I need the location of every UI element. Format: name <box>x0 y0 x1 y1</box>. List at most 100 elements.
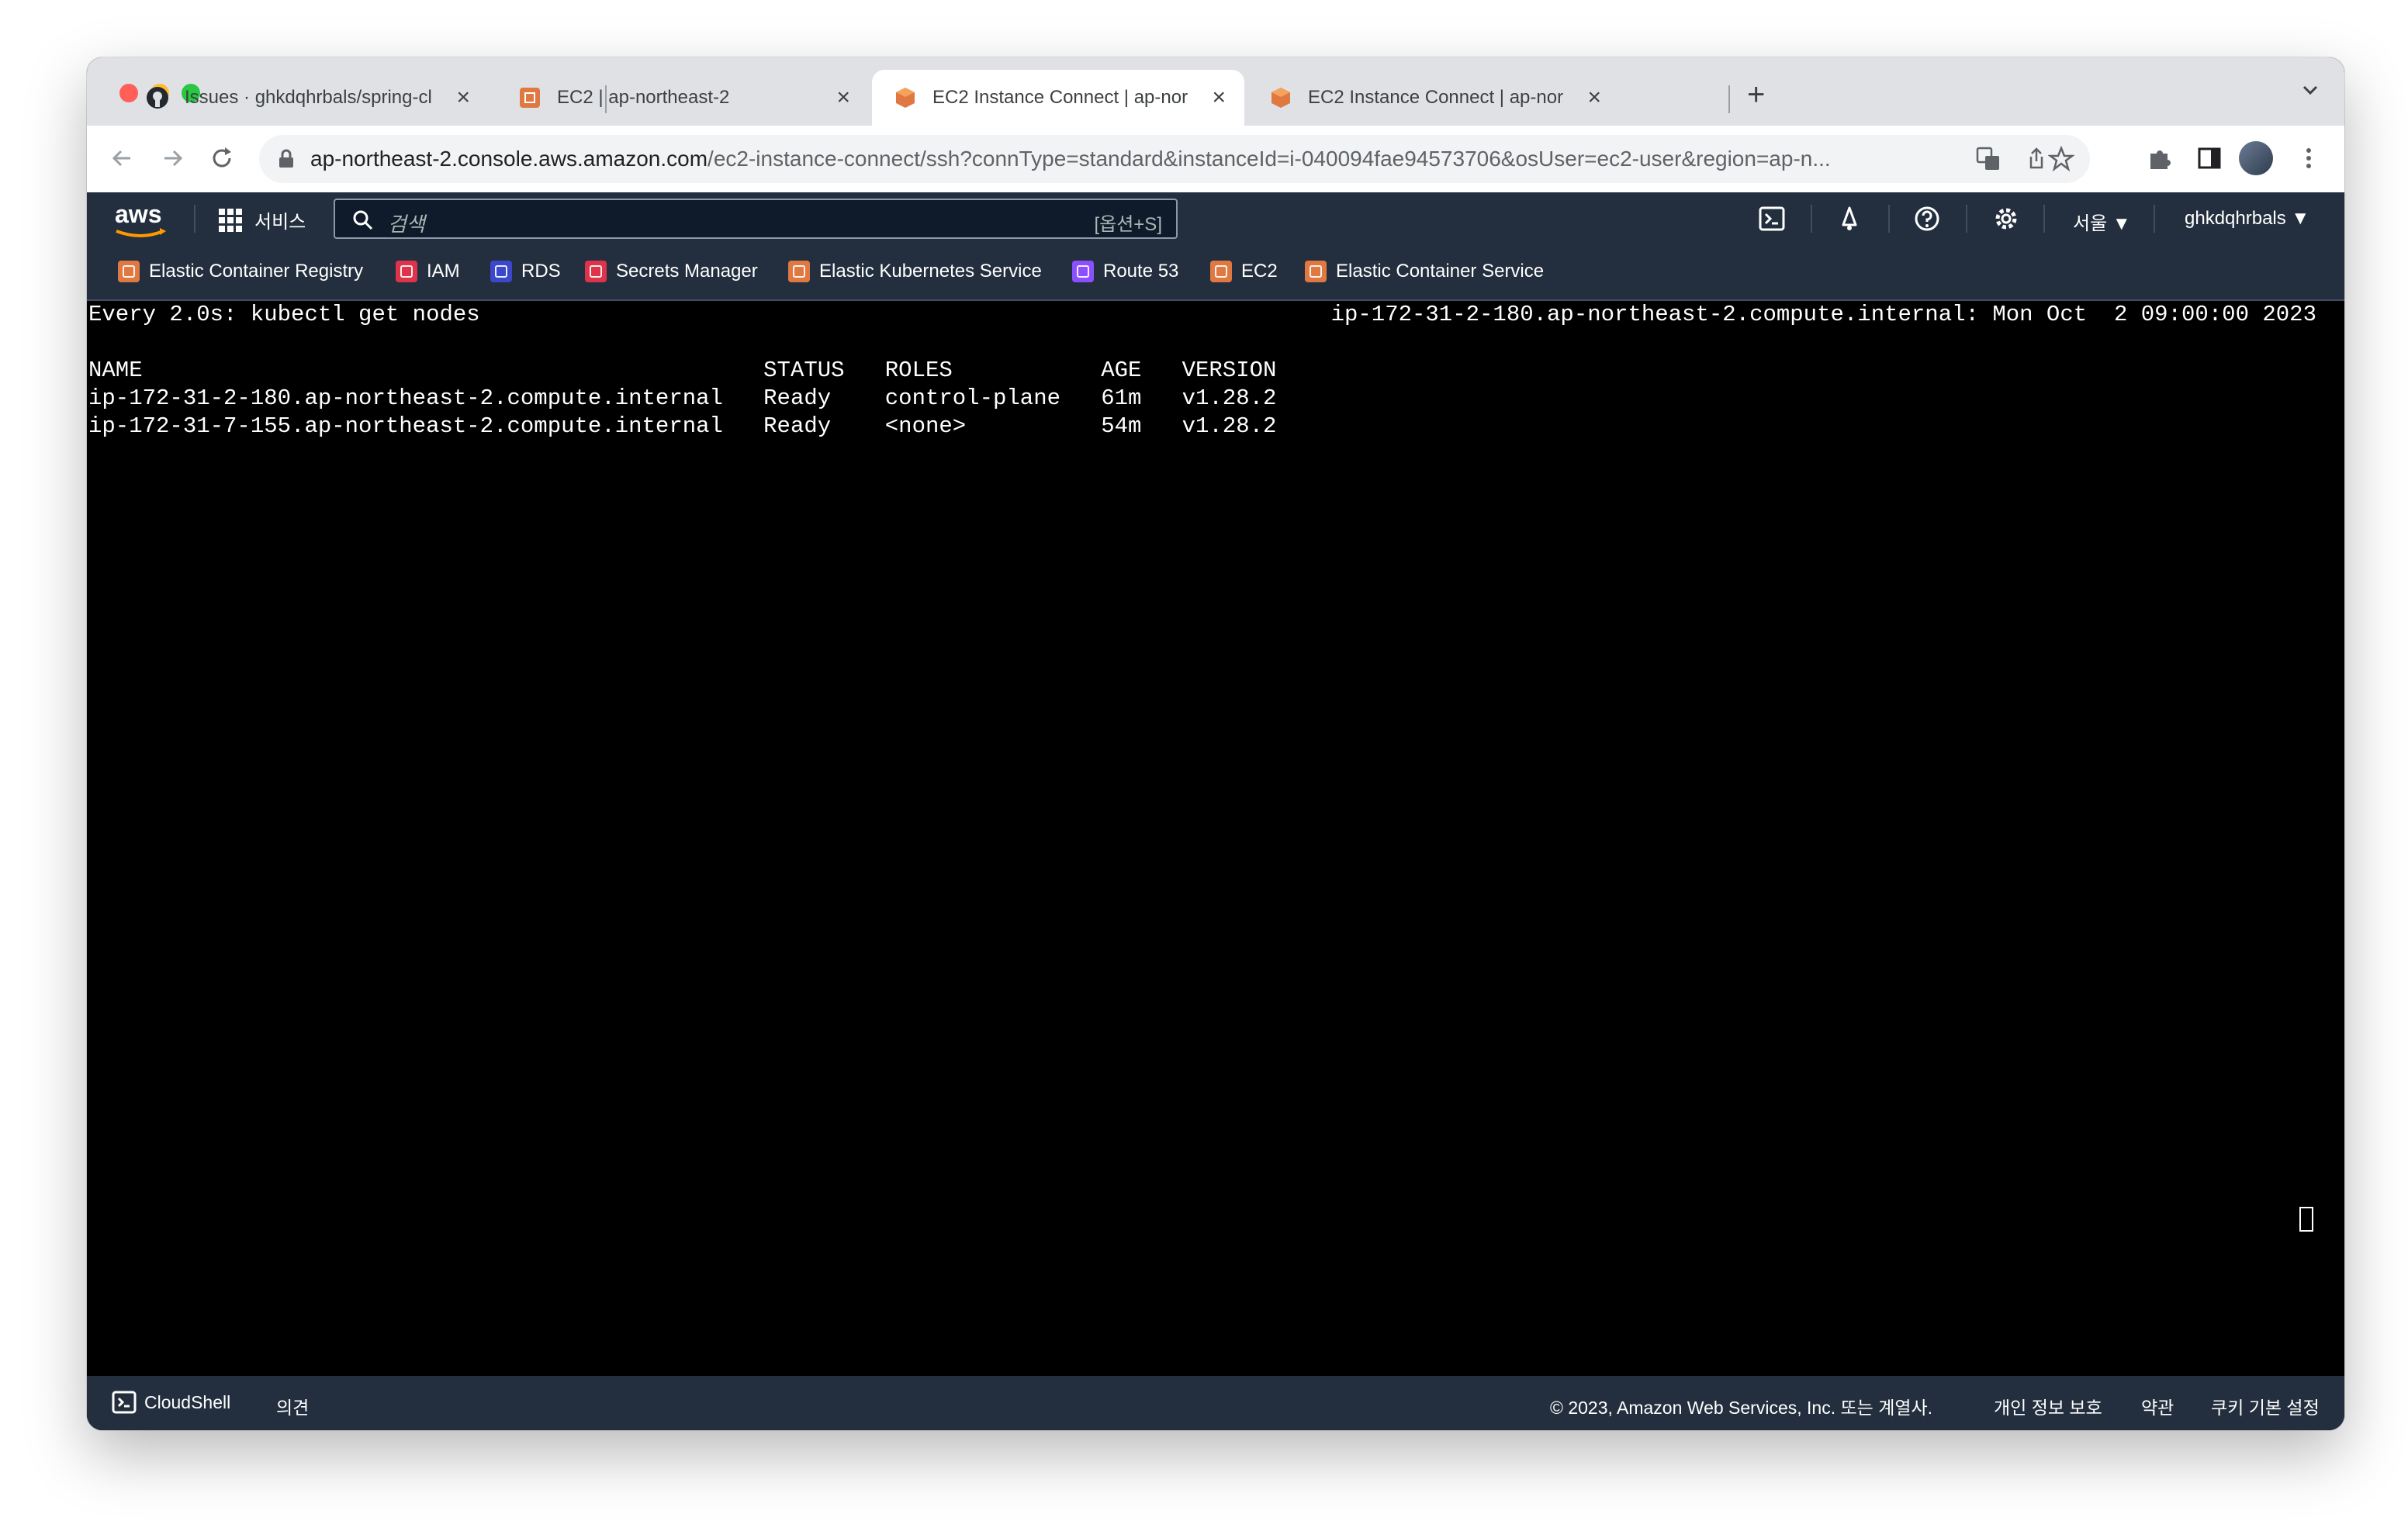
aws-smile-icon <box>116 228 166 237</box>
route53-service-icon <box>1072 261 1094 282</box>
close-icon[interactable]: × <box>1587 85 1601 111</box>
cloudshell-button[interactable]: CloudShell <box>112 1390 230 1415</box>
url-host: ap-northeast-2.console.aws.amazon.com <box>310 147 708 171</box>
watch-command-line: Every 2.0s: kubectl get nodes <box>88 302 480 327</box>
cloudshell-icon <box>112 1391 137 1414</box>
favorite-label: IAM <box>427 261 460 282</box>
rds-service-icon <box>490 261 512 282</box>
browser-window: Issues · ghkdqhrbals/spring-cl × EC2 | a… <box>87 57 2344 1430</box>
region-selector[interactable]: 서울 ▼ <box>2073 208 2131 235</box>
favorite-label: EC2 <box>1241 261 1278 282</box>
services-menu-button[interactable]: 서비스 <box>217 206 306 233</box>
close-icon[interactable]: × <box>1212 85 1226 111</box>
table-row: ip-172-31-7-155.ap-northeast-2.compute.i… <box>88 413 1277 439</box>
ecs-service-icon <box>1305 261 1327 282</box>
favorite-route-53[interactable]: Route 53 <box>1072 261 1178 282</box>
cloudshell-icon[interactable] <box>1758 205 1786 233</box>
forward-arrow-icon[interactable] <box>157 143 188 174</box>
bell-icon[interactable] <box>1835 205 1863 233</box>
aws-cube-icon <box>896 88 915 108</box>
aws-cube-icon <box>1271 88 1290 108</box>
tab-ec2[interactable]: EC2 | ap-northeast-2 × <box>496 70 869 126</box>
tab-strip: Issues · ghkdqhrbals/spring-cl × EC2 | a… <box>87 57 2344 126</box>
aws-ec2-icon <box>520 88 540 108</box>
header-divider <box>194 205 195 233</box>
console-footer: CloudShell 의견 © 2023, Amazon Web Service… <box>87 1376 2344 1430</box>
terminal-cursor <box>2299 1207 2313 1232</box>
search-icon <box>353 210 373 230</box>
header-divider <box>1888 205 1890 233</box>
table-row: ip-172-31-2-180.ap-northeast-2.compute.i… <box>88 385 1277 411</box>
side-panel-icon[interactable] <box>2194 143 2225 174</box>
ec2-service-icon <box>1210 261 1232 282</box>
terms-link[interactable]: 약관 <box>2141 1393 2174 1419</box>
copyright-text: © 2023, Amazon Web Services, Inc. 또는 계열사… <box>1550 1398 1933 1418</box>
translate-icon[interactable] <box>1975 146 2001 172</box>
github-icon <box>147 87 168 109</box>
bookmark-star-icon[interactable] <box>2048 146 2074 172</box>
favorite-elastic-kubernetes-service[interactable]: Elastic Kubernetes Service <box>788 261 1042 282</box>
header-divider <box>2043 205 2045 233</box>
feedback-link[interactable]: 의견 <box>276 1393 309 1419</box>
close-icon[interactable]: × <box>456 85 470 111</box>
help-icon[interactable] <box>1913 205 1941 233</box>
favorite-elastic-container-service[interactable]: Elastic Container Service <box>1305 261 1544 282</box>
close-icon[interactable]: × <box>836 85 850 111</box>
favorite-secrets-manager[interactable]: Secrets Manager <box>585 261 758 282</box>
reload-icon[interactable] <box>206 143 237 174</box>
search-input[interactable]: 검색 [옵션+S] <box>334 199 1178 239</box>
new-tab-button[interactable]: + <box>1747 78 1765 112</box>
host-timestamp: ip-172-31-2-180.ap-northeast-2.compute.i… <box>1330 302 2316 327</box>
favorite-rds[interactable]: RDS <box>490 261 561 282</box>
ecr-service-icon <box>118 261 140 282</box>
lock-icon <box>279 149 293 168</box>
tab-divider <box>1728 85 1730 113</box>
tab-github-issues[interactable]: Issues · ghkdqhrbals/spring-cl × <box>124 70 489 126</box>
favorite-label: Elastic Container Registry <box>149 261 364 282</box>
table-header: NAME STATUS ROLES AGE VERSION <box>88 358 1277 383</box>
favorite-label: Elastic Kubernetes Service <box>819 261 1042 282</box>
aws-console-header: aws 서비스 검색 [옵션+S] 서울 ▼ ghkdqhrbals ▼ <box>87 192 2344 245</box>
url-path: /ec2-instance-connect/ssh?connType=stand… <box>708 147 1831 171</box>
back-arrow-icon[interactable] <box>107 143 138 174</box>
search-shortcut: [옵션+S] <box>1094 214 1162 235</box>
favorites-bar: Elastic Container Registry IAM RDS Secre… <box>87 245 2344 301</box>
aws-logo[interactable]: aws <box>115 200 166 237</box>
terminal[interactable]: Every 2.0s: kubectl get nodes ip-172-31-… <box>87 301 2344 1430</box>
address-bar[interactable]: ap-northeast-2.console.aws.amazon.com/ec… <box>259 135 2090 183</box>
favorite-elastic-container-registry[interactable]: Elastic Container Registry <box>118 261 363 282</box>
cookie-preferences-link[interactable]: 쿠키 기본 설정 <box>2211 1393 2320 1419</box>
iam-service-icon <box>396 261 417 282</box>
tab-ec2-instance-connect-active[interactable]: EC2 Instance Connect | ap-nor × <box>872 70 1244 126</box>
url-text: ap-northeast-2.console.aws.amazon.com/ec… <box>310 147 1955 171</box>
favorite-label: Route 53 <box>1103 261 1179 282</box>
tab-title: EC2 Instance Connect | ap-nor <box>1308 87 1564 108</box>
profile-avatar[interactable] <box>2239 141 2273 175</box>
favorite-iam[interactable]: IAM <box>396 261 460 282</box>
search-placeholder: 검색 <box>388 213 425 236</box>
header-divider <box>1811 205 1812 233</box>
chevron-down-icon[interactable] <box>2299 79 2321 101</box>
share-icon[interactable] <box>2023 146 2050 172</box>
grid-icon <box>219 208 242 232</box>
cloudshell-label: CloudShell <box>144 1391 231 1412</box>
extensions-puzzle-icon[interactable] <box>2144 143 2175 174</box>
tab-title: Issues · ghkdqhrbals/spring-cl <box>185 87 432 108</box>
favorite-label: RDS <box>521 261 561 282</box>
favorite-ec2[interactable]: EC2 <box>1210 261 1278 282</box>
header-divider <box>1966 205 1967 233</box>
tab-title: EC2 Instance Connect | ap-nor <box>932 87 1188 108</box>
favorite-label: Elastic Container Service <box>1336 261 1545 282</box>
tab-title: EC2 | ap-northeast-2 <box>557 87 730 108</box>
secrets-manager-service-icon <box>585 261 607 282</box>
browser-toolbar: ap-northeast-2.console.aws.amazon.com/ec… <box>87 126 2344 193</box>
tab-ec2-instance-connect[interactable]: EC2 Instance Connect | ap-nor × <box>1247 70 1620 126</box>
header-divider <box>2154 205 2155 233</box>
aws-logo-text: aws <box>115 200 162 228</box>
account-menu[interactable]: ghkdqhrbals ▼ <box>2185 208 2309 230</box>
more-vertical-icon[interactable] <box>2293 143 2324 174</box>
gear-icon[interactable] <box>1992 205 2020 233</box>
services-label: 서비스 <box>254 212 306 233</box>
privacy-link[interactable]: 개인 정보 보호 <box>1994 1393 2102 1419</box>
favorite-label: Secrets Manager <box>616 261 758 282</box>
